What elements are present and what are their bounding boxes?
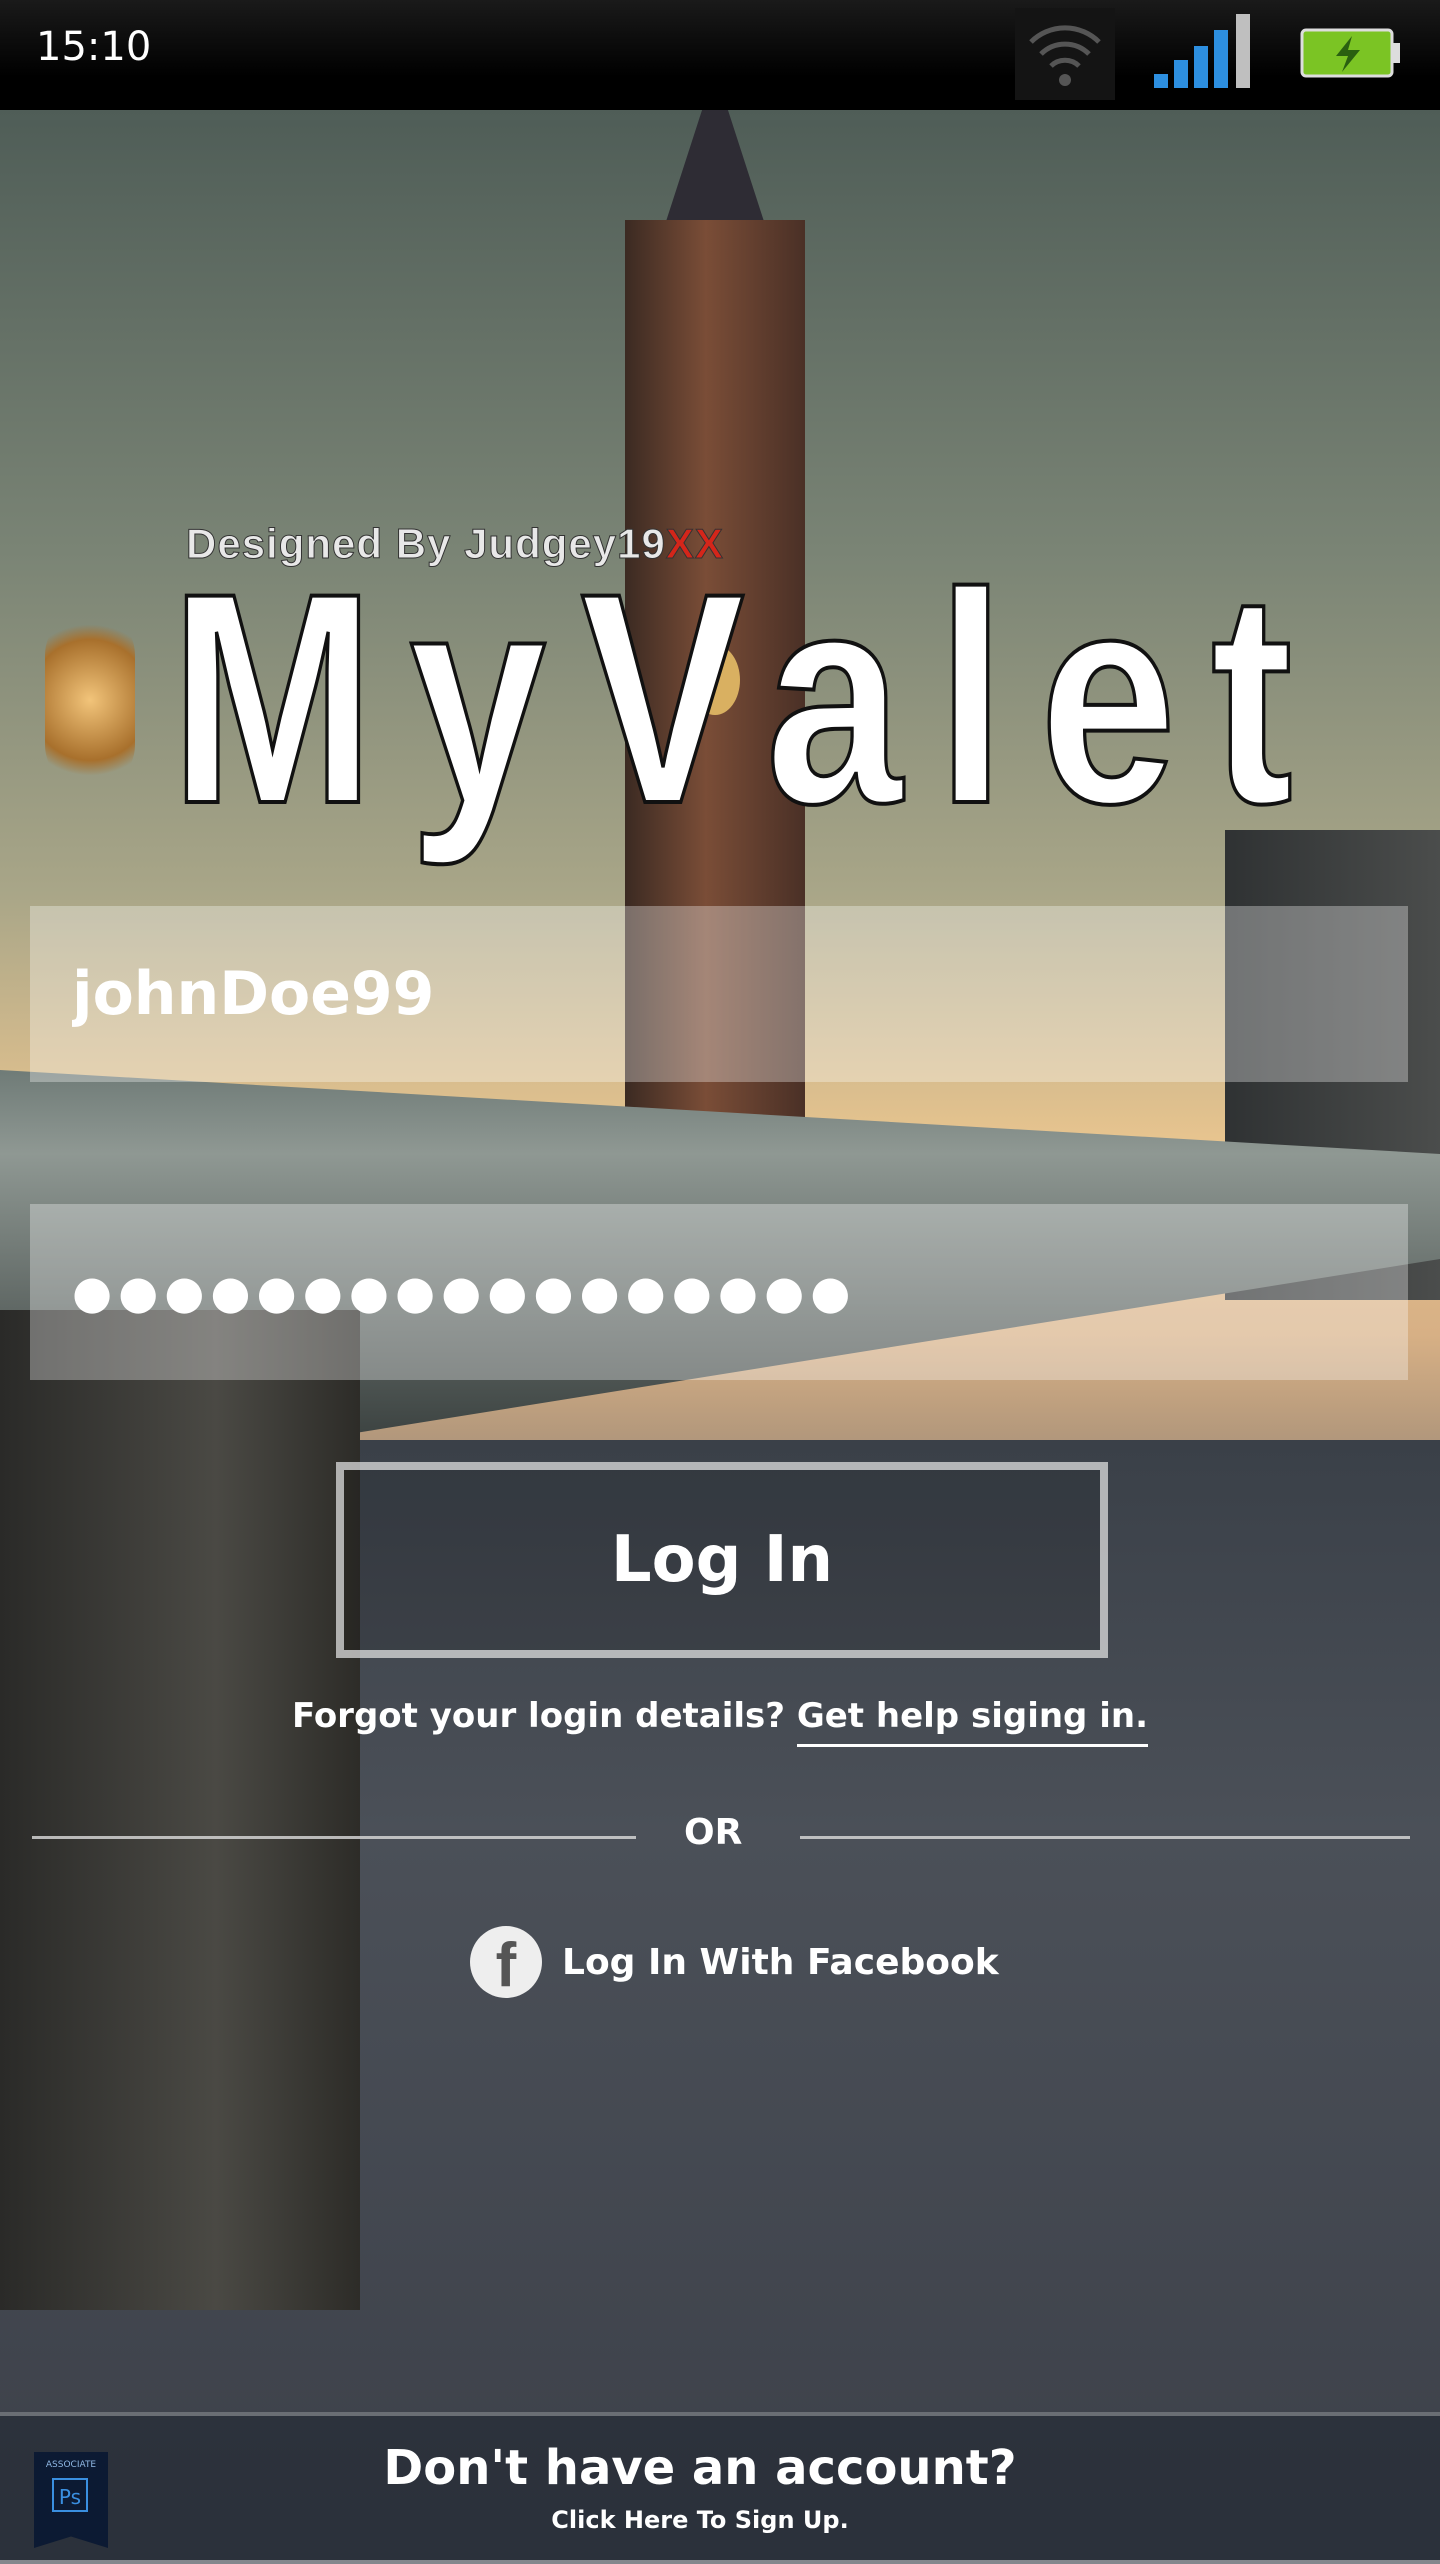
login-button[interactable]: Log In bbox=[336, 1462, 1108, 1658]
app-title: MyValet bbox=[168, 530, 1328, 866]
username-input[interactable] bbox=[70, 958, 1374, 1030]
signal-icon bbox=[1154, 14, 1250, 88]
signup-link[interactable]: Click Here To Sign Up. bbox=[0, 2506, 1400, 2534]
password-input[interactable] bbox=[70, 1264, 1374, 1320]
signup-title[interactable]: Don't have an account? bbox=[0, 2440, 1400, 2496]
wifi-icon bbox=[1015, 8, 1115, 100]
password-field[interactable] bbox=[30, 1204, 1408, 1380]
status-time: 15:10 bbox=[36, 24, 152, 70]
divider-line-right bbox=[800, 1836, 1410, 1839]
facebook-login-button[interactable]: f Log In With Facebook bbox=[470, 1926, 999, 1998]
username-field[interactable] bbox=[30, 906, 1408, 1082]
signup-footer[interactable]: ASSOCIATE Ps Don't have an account? Clic… bbox=[0, 2412, 1440, 2564]
status-bar: 15:10 bbox=[0, 0, 1440, 114]
help-signin-link[interactable]: Get help siging in. bbox=[796, 1696, 1149, 1747]
or-label: OR bbox=[684, 1812, 743, 1853]
or-divider: OR bbox=[32, 1812, 1410, 1862]
forgot-text: Forgot your login details? bbox=[291, 1696, 785, 1736]
forgot-login-row: Forgot your login details? Get help sigi… bbox=[0, 1696, 1440, 1747]
divider-line-left bbox=[32, 1836, 636, 1839]
battery-charging-icon bbox=[1300, 28, 1400, 78]
facebook-login-label: Log In With Facebook bbox=[562, 1941, 999, 1983]
facebook-icon: f bbox=[470, 1926, 542, 1998]
